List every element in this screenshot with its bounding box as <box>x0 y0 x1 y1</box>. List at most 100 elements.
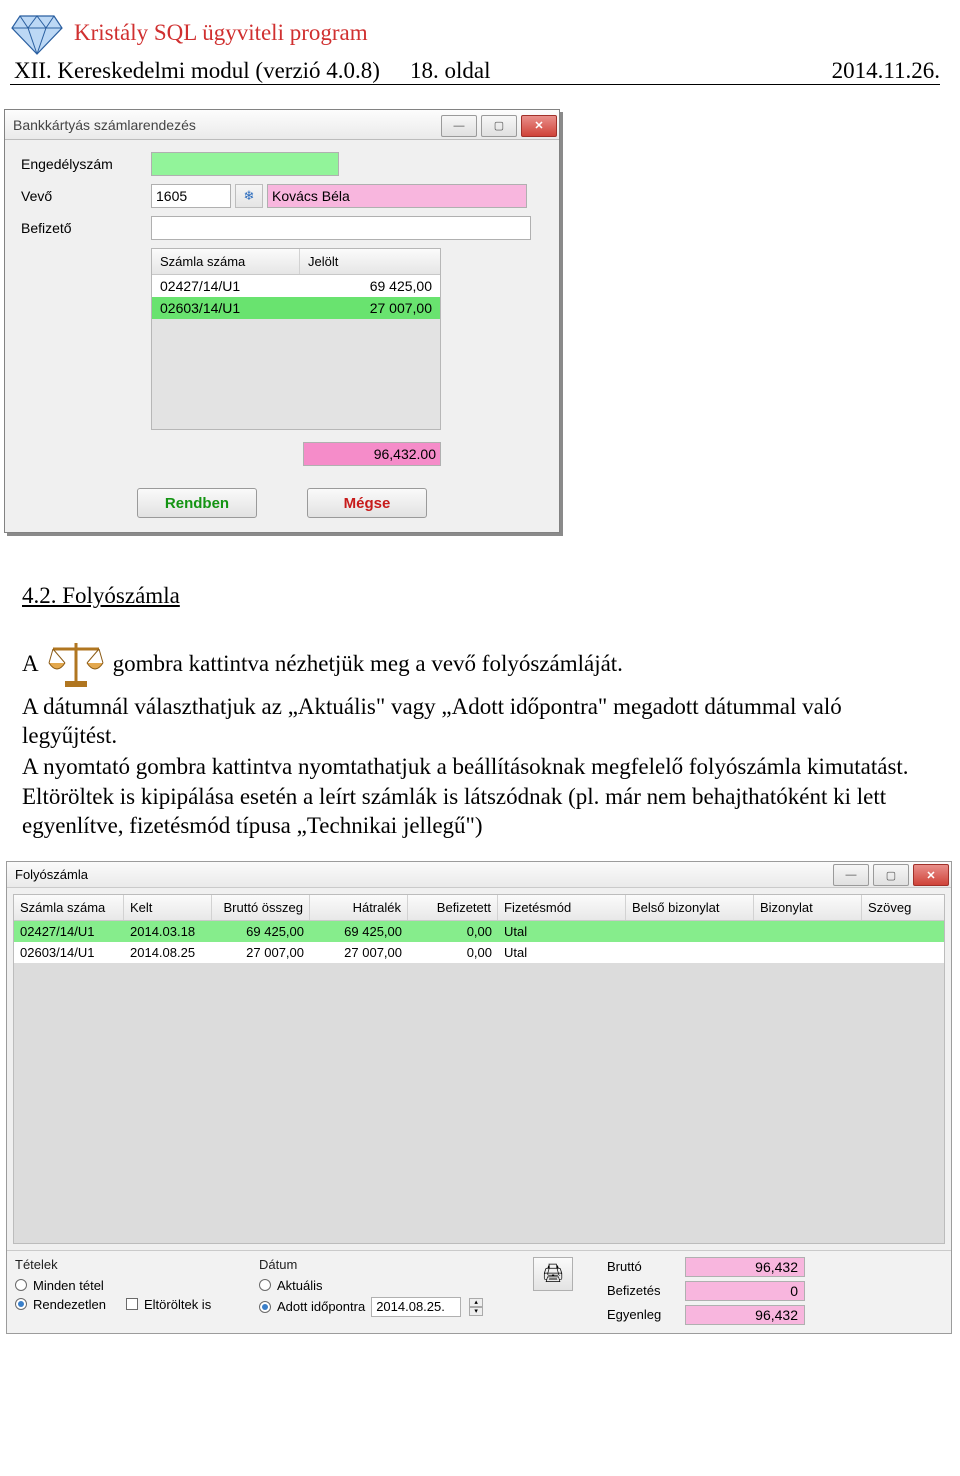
dialog-bankcard-settlement: Bankkártyás számlarendezés — ▢ ✕ Engedél… <box>4 109 560 533</box>
maximize-button[interactable]: ▢ <box>481 115 517 137</box>
scale-icon <box>45 639 107 689</box>
col-fizmod: Fizetésmód <box>498 895 626 920</box>
module-line: XII. Kereskedelmi modul (verzió 4.0.8) <box>14 58 380 84</box>
grid-row[interactable]: 02427/14/U1 69 425,00 <box>152 275 440 297</box>
radio-label: Adott időpontra <box>277 1299 365 1314</box>
egyenleg-value <box>685 1305 805 1325</box>
col-jelolt: Jelölt <box>300 249 440 274</box>
close-button[interactable]: ✕ <box>521 115 557 137</box>
tetelek-label: Tételek <box>15 1257 235 1272</box>
radio-icon <box>259 1279 271 1291</box>
cell: 69 425,00 <box>310 921 408 942</box>
datum-label: Dátum <box>259 1257 499 1272</box>
minimize-button[interactable]: — <box>441 115 477 137</box>
radio-icon <box>15 1298 27 1310</box>
brutto-label: Bruttó <box>607 1259 677 1274</box>
cell <box>626 921 754 942</box>
page-header: Kristály SQL ügyviteli program XII. Kere… <box>0 0 960 91</box>
minimize-button[interactable]: — <box>833 864 869 886</box>
befizeto-label: Befizető <box>21 220 151 236</box>
befizetes-value <box>685 1281 805 1301</box>
col-belso: Belső bizonylat <box>626 895 754 920</box>
cell: 02603/14/U1 <box>14 942 124 963</box>
cell: 2014.08.25 <box>124 942 212 963</box>
col-hatralek: Hátralék <box>310 895 408 920</box>
software-title: Kristály SQL ügyviteli program <box>74 20 368 46</box>
cell-szamla: 02427/14/U1 <box>152 275 300 297</box>
grid-row[interactable]: 02603/14/U1 2014.08.25 27 007,00 27 007,… <box>14 942 944 963</box>
auth-label: Engedélyszám <box>21 156 151 172</box>
cell: Utal <box>498 921 626 942</box>
radio-adott[interactable]: Adott időpontra ▴▾ <box>259 1297 499 1317</box>
para4: Eltöröltek is kipipálása esetén a leírt … <box>22 783 935 841</box>
col-szamla: Számla száma <box>14 895 124 920</box>
radio-minden[interactable]: Minden tétel <box>15 1278 235 1293</box>
radio-icon <box>259 1301 271 1313</box>
cell-jelolt: 27 007,00 <box>300 297 440 319</box>
cell-jelolt: 69 425,00 <box>300 275 440 297</box>
grid-empty-area <box>152 319 440 429</box>
header-date: 2014.11.26. <box>832 58 940 84</box>
para1-before: A <box>22 650 39 679</box>
titlebar: Bankkártyás számlarendezés — ▢ ✕ <box>5 110 559 140</box>
befizeto-input[interactable] <box>151 216 531 240</box>
print-button[interactable]: 🖨 <box>533 1257 573 1291</box>
cell: 0,00 <box>408 921 498 942</box>
vevo-number-input[interactable] <box>151 184 231 208</box>
col-befizetett: Befizetett <box>408 895 498 920</box>
cell-szamla: 02603/14/U1 <box>152 297 300 319</box>
cell <box>626 942 754 963</box>
date-input[interactable] <box>371 1297 461 1317</box>
col-kelt: Kelt <box>124 895 212 920</box>
befizetes-label: Befizetés <box>607 1283 677 1298</box>
total-input <box>303 442 441 466</box>
cell <box>754 921 862 942</box>
egyenleg-label: Egyenleg <box>607 1307 677 1322</box>
cell <box>754 942 862 963</box>
grid-empty-area <box>14 963 944 1243</box>
cell: 0,00 <box>408 942 498 963</box>
cell: 69 425,00 <box>212 921 310 942</box>
radio-icon <box>15 1279 27 1291</box>
diamond-icon <box>10 10 64 56</box>
vevo-name-input[interactable] <box>267 184 527 208</box>
cell <box>862 921 944 942</box>
printer-icon: 🖨 <box>542 1263 565 1284</box>
radio-label: Aktuális <box>277 1278 323 1293</box>
cell: 27 007,00 <box>212 942 310 963</box>
para3: A nyomtató gombra kattintva nyomtathatju… <box>22 753 935 782</box>
radio-aktualis[interactable]: Aktuális <box>259 1278 499 1293</box>
dialog-folyoszamla: Folyószámla — ▢ ✕ Számla száma Kelt Brut… <box>6 861 952 1334</box>
para1-after: gombra kattintva nézhetjük meg a vevő fo… <box>113 650 623 679</box>
auth-input[interactable] <box>151 152 339 176</box>
grid-row[interactable]: 02603/14/U1 27 007,00 <box>152 297 440 319</box>
radio-label: Rendezetlen <box>33 1297 106 1312</box>
section-heading: 4.2. Folyószámla <box>22 583 960 609</box>
checkbox-eltoroltek[interactable]: Eltöröltek is <box>126 1297 211 1312</box>
col-bizonylat: Bizonylat <box>754 895 862 920</box>
col-szamla: Számla száma <box>152 249 300 274</box>
para2: A dátumnál választhatjuk az „Aktuális" v… <box>22 693 935 751</box>
maximize-button[interactable]: ▢ <box>873 864 909 886</box>
radio-label: Minden tétel <box>33 1278 104 1293</box>
checkbox-label: Eltöröltek is <box>144 1297 211 1312</box>
vevo-label: Vevő <box>21 188 151 204</box>
radio-rendezetlen[interactable]: Rendezetlen <box>15 1297 106 1312</box>
cancel-button[interactable]: Mégse <box>307 488 427 518</box>
ok-button[interactable]: Rendben <box>137 488 257 518</box>
cell: 2014.03.18 <box>124 921 212 942</box>
grid-row[interactable]: 02427/14/U1 2014.03.18 69 425,00 69 425,… <box>14 921 944 942</box>
window2-title: Folyószámla <box>15 867 88 882</box>
date-spinner[interactable]: ▴▾ <box>469 1298 483 1316</box>
col-szoveg: Szöveg <box>862 895 944 920</box>
close-button[interactable]: ✕ <box>913 864 949 886</box>
cell: Utal <box>498 942 626 963</box>
cell <box>862 942 944 963</box>
cell: 27 007,00 <box>310 942 408 963</box>
invoice-grid: Számla száma Jelölt 02427/14/U1 69 425,0… <box>151 248 441 430</box>
folyoszamla-grid: Számla száma Kelt Bruttó összeg Hátralék… <box>13 894 945 1244</box>
col-brutto: Bruttó összeg <box>212 895 310 920</box>
lookup-button[interactable]: ❄ <box>235 184 263 208</box>
page-number: 18. oldal <box>410 58 491 84</box>
window-title: Bankkártyás számlarendezés <box>13 117 196 133</box>
